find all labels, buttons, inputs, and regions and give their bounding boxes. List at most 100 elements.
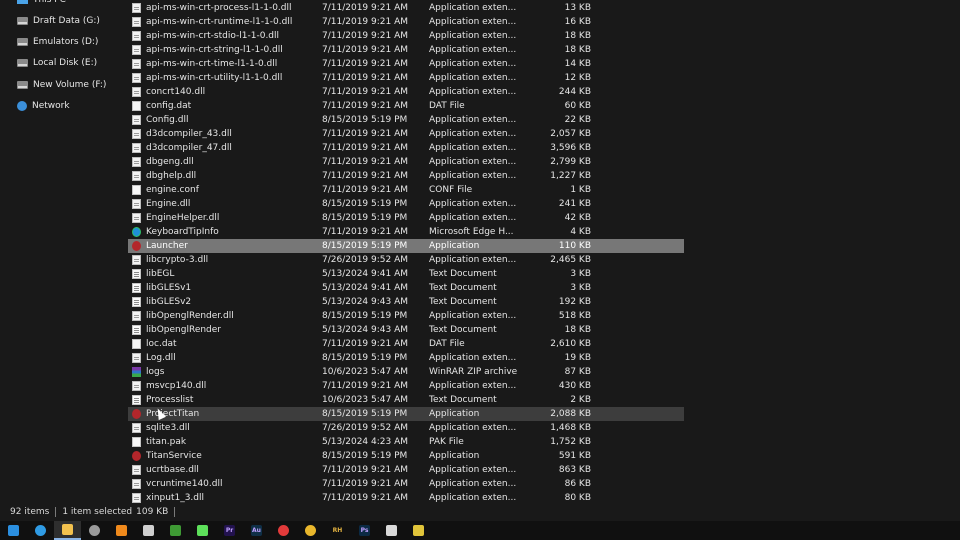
file-type: Application exten...: [429, 311, 517, 321]
taskbar-button-paint-app[interactable]: [405, 521, 432, 540]
taskbar-button-rh-app[interactable]: RH: [324, 521, 351, 540]
edge-browser-icon: [35, 525, 46, 536]
file-type: Text Document: [429, 297, 497, 307]
taskbar-button-chrome[interactable]: [297, 521, 324, 540]
dll-icon: [132, 45, 141, 55]
file-row[interactable]: Processlist 10/6/2023 5:47 AM Text Documen…: [128, 393, 684, 407]
file-row[interactable]: libcrypto-3.dll 7/26/2019 9:52 AM Applicat…: [128, 253, 684, 267]
file-row[interactable]: libGLESv2 5/13/2024 9:43 AM Text Document 1…: [128, 295, 684, 309]
file-row[interactable]: EngineHelper.dll 8/15/2019 5:19 PM Applica…: [128, 211, 684, 225]
file-name: concrt140.dll: [146, 87, 206, 97]
file-type: Text Document: [429, 325, 497, 335]
file-date-modified: 7/11/2019 9:21 AM: [322, 227, 409, 237]
taskbar-button-file-explorer[interactable]: [54, 521, 81, 540]
file-row[interactable]: libGLESv1 5/13/2024 9:41 AM Text Document 3…: [128, 281, 684, 295]
taskbar-button-steam[interactable]: [81, 521, 108, 540]
status-bar: 92 items 1 item selected 109 KB: [0, 503, 960, 521]
file-row[interactable]: engine.conf 7/11/2019 9:21 AM CONF File 1 K…: [128, 183, 684, 197]
nav-item-draft-data-g[interactable]: Draft Data (G:): [0, 10, 100, 32]
file-row[interactable]: msvcp140.dll 7/11/2019 9:21 AM Application…: [128, 379, 684, 393]
file-size: 18 KB: [564, 45, 591, 55]
nav-item-label: Network: [32, 100, 70, 111]
file-row[interactable]: api-ms-win-crt-stdio-l1-1-0.dll 7/11/2019…: [128, 29, 684, 43]
file-name: api-ms-win-crt-stdio-l1-1-0.dll: [146, 31, 280, 41]
taskbar-button-windows-start[interactable]: [0, 521, 27, 540]
taskbar-button-audition[interactable]: Au: [243, 521, 270, 540]
file-size: 2,610 KB: [550, 339, 591, 349]
nav-item-new-volume-f[interactable]: New Volume (F:): [0, 74, 106, 96]
nav-item-this-pc[interactable]: This PC: [0, 0, 66, 11]
steam-icon: [89, 525, 100, 536]
file-type: Application exten...: [429, 129, 517, 139]
taskbar-button-plane-app[interactable]: [378, 521, 405, 540]
file-row[interactable]: ucrtbase.dll 7/11/2019 9:21 AM Application…: [128, 463, 684, 477]
file-row[interactable]: dbghelp.dll 7/11/2019 9:21 AM Application …: [128, 169, 684, 183]
taskbar-button-nvidia[interactable]: [162, 521, 189, 540]
nav-item-label: Draft Data (G:): [33, 15, 100, 26]
taskbar-button-snipping-tool[interactable]: [135, 521, 162, 540]
file-row[interactable]: api-ms-win-crt-time-l1-1-0.dll 7/11/2019 …: [128, 57, 684, 71]
edge-icon: [132, 227, 141, 237]
file-name: xinput1_3.dll: [146, 493, 205, 503]
file-row[interactable]: concrt140.dll 7/11/2019 9:21 AM Applicatio…: [128, 85, 684, 99]
file-row[interactable]: libEGL 5/13/2024 9:41 AM Text Document 3 KB: [128, 267, 684, 281]
file-row[interactable]: api-ms-win-crt-runtime-l1-1-0.dll 7/11/20…: [128, 15, 684, 29]
file-row[interactable]: Config.dll 8/15/2019 5:19 PM Application e…: [128, 113, 684, 127]
file-name: d3dcompiler_47.dll: [146, 143, 232, 153]
file-row[interactable]: titan.pak 5/13/2024 4:23 AM PAK File 1,752 …: [128, 435, 684, 449]
file-date-modified: 7/11/2019 9:21 AM: [322, 73, 409, 83]
file-row[interactable]: api-ms-win-crt-utility-l1-1-0.dll 7/11/20…: [128, 71, 684, 85]
file-size: 518 KB: [558, 311, 591, 321]
file-row[interactable]: libOpenglRender 5/13/2024 9:43 AM Text Doc…: [128, 323, 684, 337]
dll-icon: [132, 353, 141, 363]
file-name: ucrtbase.dll: [146, 465, 199, 475]
file-row[interactable]: Log.dll 8/15/2019 5:19 PM Application exte…: [128, 351, 684, 365]
file-size: 42 KB: [564, 213, 591, 223]
file-date-modified: 7/11/2019 9:21 AM: [322, 129, 409, 139]
file-type: CONF File: [429, 185, 473, 195]
file-row[interactable]: KeyboardTipInfo 7/11/2019 9:21 AM Microsof…: [128, 225, 684, 239]
file-row[interactable]: sqlite3.dll 7/26/2019 9:52 AM Application …: [128, 421, 684, 435]
file-row[interactable]: config.dat 7/11/2019 9:21 AM DAT File 60 KB: [128, 99, 684, 113]
file-date-modified: 7/11/2019 9:21 AM: [322, 339, 409, 349]
file-row[interactable]: libOpenglRender.dll 8/15/2019 5:19 PM Appl…: [128, 309, 684, 323]
file-date-modified: 8/15/2019 5:19 PM: [322, 213, 408, 223]
file-row[interactable]: api-ms-win-crt-process-l1-1-0.dll 7/11/20…: [128, 1, 684, 15]
file-row[interactable]: Engine.dll 8/15/2019 5:19 PM Application e…: [128, 197, 684, 211]
vlc-icon: [116, 525, 127, 536]
drive-icon: [17, 58, 28, 67]
file-row[interactable]: vcruntime140.dll 7/11/2019 9:21 AM Applica…: [128, 477, 684, 491]
file-type: Application exten...: [429, 423, 517, 433]
taskbar-button-photoshop[interactable]: Ps: [351, 521, 378, 540]
file-type: DAT File: [429, 101, 465, 111]
file-row[interactable]: TitanService 8/15/2019 5:19 PM Application…: [128, 449, 684, 463]
file-row[interactable]: loc.dat 7/11/2019 9:21 AM DAT File 2,610 KB: [128, 337, 684, 351]
taskbar-button-arrow-app[interactable]: [189, 521, 216, 540]
file-row[interactable]: dbgeng.dll 7/11/2019 9:21 AM Application e…: [128, 155, 684, 169]
dll-icon: [132, 255, 141, 265]
file-explorer-icon: [62, 524, 73, 535]
file-row[interactable]: d3dcompiler_43.dll 7/11/2019 9:21 AM Appli…: [128, 127, 684, 141]
file-size: 12 KB: [564, 73, 591, 83]
file-date-modified: 8/15/2019 5:19 PM: [322, 451, 408, 461]
file-type: Application exten...: [429, 59, 517, 69]
nav-item-network[interactable]: Network: [0, 95, 70, 117]
file-row[interactable]: d3dcompiler_47.dll 7/11/2019 9:21 AM Appli…: [128, 141, 684, 155]
file-row[interactable]: Launcher 8/15/2019 5:19 PM Application 110 …: [128, 239, 684, 253]
file-type: Application exten...: [429, 353, 517, 363]
navigation-pane: This PC Draft Data (G:) Emulators (D:) Loca…: [0, 0, 115, 503]
file-size: 430 KB: [558, 381, 591, 391]
file-row[interactable]: api-ms-win-crt-string-l1-1-0.dll 7/11/201…: [128, 43, 684, 57]
taskbar-button-vlc[interactable]: [108, 521, 135, 540]
taskbar-button-edge-browser[interactable]: [27, 521, 54, 540]
file-row[interactable]: ProjectTitan 8/15/2019 5:19 PM Application…: [128, 407, 684, 421]
file-type: Application exten...: [429, 381, 517, 391]
taskbar-button-record[interactable]: [270, 521, 297, 540]
nav-item-local-disk-e[interactable]: Local Disk (E:): [0, 52, 97, 74]
nav-item-emulators-d[interactable]: Emulators (D:): [0, 31, 98, 53]
file-icon: [132, 101, 141, 111]
file-row[interactable]: logs 10/6/2023 5:47 AM WinRAR ZIP archive 8…: [128, 365, 684, 379]
file-name: libGLESv1: [146, 283, 192, 293]
taskbar-button-premiere-pro[interactable]: Pr: [216, 521, 243, 540]
dll-icon: [132, 3, 141, 13]
